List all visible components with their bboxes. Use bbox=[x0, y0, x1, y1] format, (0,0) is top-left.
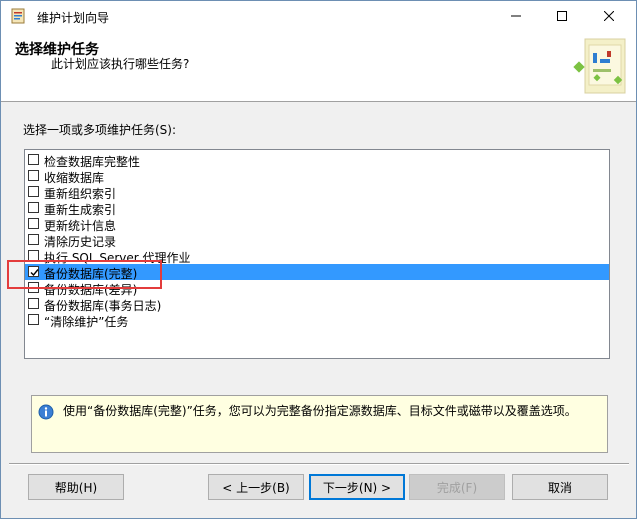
task-label: “清除维护”任务 bbox=[44, 315, 129, 329]
task-checkbox[interactable] bbox=[28, 314, 39, 325]
task-list-item[interactable]: 清除历史记录 bbox=[25, 232, 609, 249]
app-icon bbox=[11, 8, 25, 24]
task-list-item[interactable]: 检查数据库完整性 bbox=[25, 152, 609, 169]
task-list-item[interactable]: 重新生成索引 bbox=[25, 200, 609, 217]
task-checkbox[interactable] bbox=[28, 186, 39, 197]
task-list-item[interactable]: 收缩数据库 bbox=[25, 168, 609, 185]
task-list-item[interactable]: “清除维护”任务 bbox=[25, 312, 609, 329]
task-list[interactable]: 检查数据库完整性 收缩数据库 重新组织索引 重新生成索引 更新统计信息 清除历史记录 执行 … bbox=[24, 149, 610, 359]
task-checkbox[interactable] bbox=[28, 154, 39, 165]
task-checkbox[interactable] bbox=[28, 218, 39, 229]
task-checkbox[interactable] bbox=[28, 298, 39, 309]
next-button[interactable]: 下一步(N) > bbox=[309, 474, 405, 500]
close-button[interactable] bbox=[586, 1, 632, 31]
maximize-icon bbox=[557, 11, 567, 21]
close-icon bbox=[604, 11, 614, 21]
task-list-label: 选择一项或多项维护任务(S): bbox=[23, 123, 177, 137]
task-checkbox[interactable] bbox=[28, 170, 39, 181]
wizard-window: 维护计划向导 选择维护任务 此计划应该执行哪些任务? 选择一项或多项维护任务(S… bbox=[0, 0, 637, 519]
help-button[interactable]: 帮助(H) bbox=[28, 474, 124, 500]
task-checkbox[interactable] bbox=[28, 202, 39, 213]
annotation-highlight bbox=[7, 260, 162, 289]
minimize-button[interactable] bbox=[493, 1, 539, 31]
footer-separator bbox=[9, 463, 629, 465]
task-list-item[interactable]: 备份数据库(事务日志) bbox=[25, 296, 609, 313]
minimize-icon bbox=[511, 15, 521, 17]
task-list-item[interactable]: 更新统计信息 bbox=[25, 216, 609, 233]
wizard-graphic bbox=[573, 38, 626, 94]
back-button[interactable]: < 上一步(B) bbox=[208, 474, 304, 500]
wizard-header: 选择维护任务 此计划应该执行哪些任务? bbox=[1, 31, 636, 102]
maximize-button[interactable] bbox=[539, 1, 585, 31]
window-title: 维护计划向导 bbox=[37, 11, 110, 25]
title-bar[interactable]: 维护计划向导 bbox=[1, 1, 636, 31]
finish-button: 完成(F) bbox=[409, 474, 505, 500]
task-checkbox[interactable] bbox=[28, 234, 39, 245]
page-subtitle: 此计划应该执行哪些任务? bbox=[51, 57, 190, 71]
task-description-text: 使用“备份数据库(完整)”任务，您可以为完整备份指定源数据库、目标文件或磁带以及… bbox=[63, 404, 577, 418]
task-list-item[interactable]: 重新组织索引 bbox=[25, 184, 609, 201]
cancel-button[interactable]: 取消 bbox=[512, 474, 608, 500]
task-description-panel: 使用“备份数据库(完整)”任务，您可以为完整备份指定源数据库、目标文件或磁带以及… bbox=[31, 395, 608, 453]
info-icon bbox=[38, 404, 54, 420]
